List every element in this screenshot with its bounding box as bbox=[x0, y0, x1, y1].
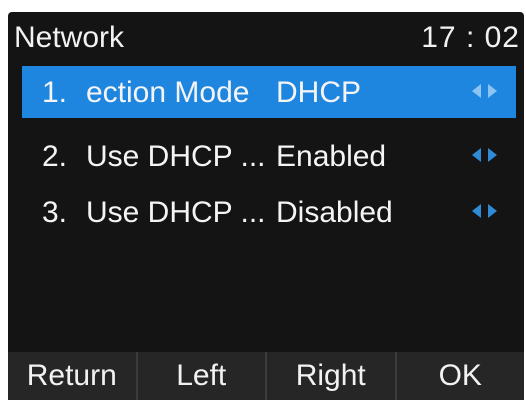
arrow-right-icon bbox=[488, 84, 497, 98]
ok-softkey[interactable]: OK bbox=[397, 352, 525, 400]
setting-row-use-dhcp-2[interactable]: 3. Use DHCP ... Disabled bbox=[22, 186, 516, 238]
row-label: Use DHCP ... bbox=[86, 140, 266, 173]
status-bar: Network 17 : 02 bbox=[8, 12, 524, 64]
arrow-right-icon bbox=[488, 204, 497, 218]
value-switch-arrows[interactable] bbox=[472, 84, 502, 100]
row-value: DHCP bbox=[276, 76, 362, 109]
value-switch-arrows[interactable] bbox=[472, 204, 502, 220]
left-softkey[interactable]: Left bbox=[138, 352, 267, 400]
phone-screen: Network 17 : 02 1. ection Mode DHCP 2. U… bbox=[8, 12, 524, 400]
value-switch-arrows[interactable] bbox=[472, 148, 502, 164]
arrow-left-icon bbox=[472, 204, 481, 218]
clock: 17 : 02 bbox=[421, 21, 520, 54]
row-label: ection Mode bbox=[86, 76, 250, 109]
right-softkey[interactable]: Right bbox=[267, 352, 397, 400]
setting-row-use-dhcp-1[interactable]: 2. Use DHCP ... Enabled bbox=[22, 130, 516, 182]
row-index: 2. bbox=[42, 140, 68, 173]
arrow-left-icon bbox=[472, 84, 481, 98]
row-value: Disabled bbox=[276, 196, 393, 229]
return-softkey[interactable]: Return bbox=[8, 352, 138, 400]
page-title: Network bbox=[14, 21, 125, 54]
softkey-bar: Return Left Right OK bbox=[8, 352, 524, 400]
arrow-right-icon bbox=[488, 148, 497, 162]
arrow-left-icon bbox=[472, 148, 481, 162]
setting-row-connection-mode[interactable]: 1. ection Mode DHCP bbox=[22, 66, 516, 118]
row-value: Enabled bbox=[276, 140, 387, 173]
row-index: 3. bbox=[42, 196, 68, 229]
row-label: Use DHCP ... bbox=[86, 196, 266, 229]
row-index: 1. bbox=[42, 76, 68, 109]
